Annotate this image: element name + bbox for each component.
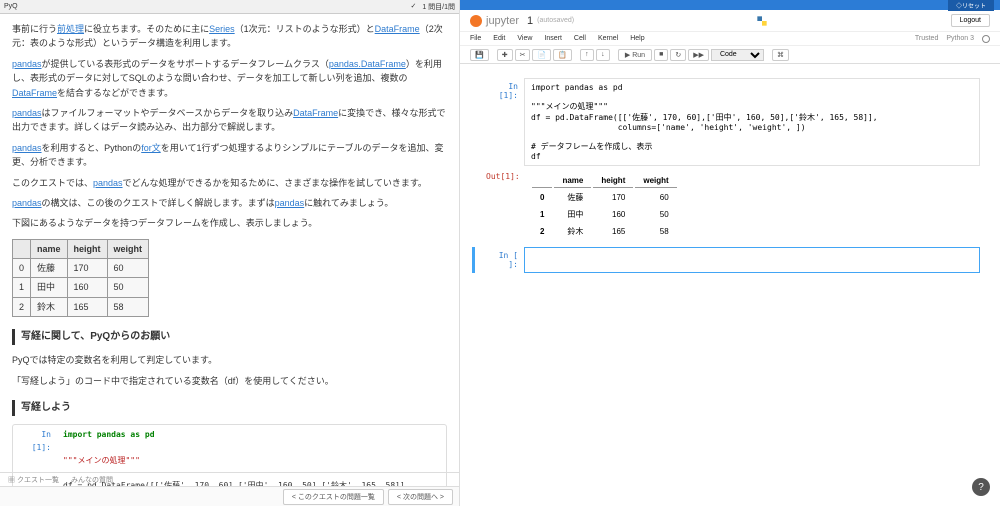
app-title: PyQ: [4, 3, 410, 10]
next-problem-button[interactable]: < 次の問題へ >: [388, 489, 453, 505]
jupyter-menu: File Edit View Insert Cell Kernel Help T…: [460, 32, 1000, 46]
jupyter-header: jupyter 1 (autosaved) Logout: [460, 10, 1000, 32]
cell-in-prompt: In [1]:: [480, 78, 524, 166]
copy-button[interactable]: 📄: [532, 49, 551, 61]
restart-button[interactable]: ↻: [670, 49, 686, 61]
lesson-content: 事前に行う前処理に役立ちます。そのために主にSeries（1次元：リストのような…: [0, 14, 459, 492]
notebook-name[interactable]: 1: [527, 15, 533, 27]
command-palette-button[interactable]: ⌘: [772, 49, 789, 61]
link-pandas6[interactable]: pandas: [275, 198, 305, 208]
logout-button[interactable]: Logout: [951, 14, 990, 27]
code-cell[interactable]: In [1]: import pandas as pd """メインの処理"""…: [480, 78, 980, 166]
cut-button[interactable]: ✂: [515, 49, 531, 61]
prev-problems-button[interactable]: < このクエストの問題一覧: [283, 489, 384, 505]
link-pandas2[interactable]: pandas: [12, 108, 42, 118]
link-pandas5[interactable]: pandas: [12, 198, 42, 208]
jupyter-pane: ◇リセット jupyter 1 (autosaved) Logout File …: [460, 0, 1000, 506]
menu-view[interactable]: View: [517, 35, 532, 42]
jupyter-topbar: ◇リセット: [460, 0, 1000, 10]
link-for[interactable]: for文: [141, 143, 161, 153]
add-cell-button[interactable]: ✚: [497, 49, 513, 61]
kernel-name[interactable]: Python 3: [946, 35, 974, 42]
quest-list-link[interactable]: ▦ クエスト一覧: [8, 475, 59, 485]
link-dataframe3[interactable]: DataFrame: [293, 108, 338, 118]
link-series[interactable]: Series: [209, 24, 235, 34]
menu-file[interactable]: File: [470, 35, 481, 42]
empty-cell[interactable]: In [ ]:: [480, 247, 980, 273]
section-shakyou-note: 写経に関して、PyQからのお願い: [12, 329, 447, 345]
jupyter-output-table: nameheightweight 0佐藤17060 1田中16050 2鈴木16…: [530, 172, 679, 241]
jupyter-logo[interactable]: jupyter: [470, 15, 519, 27]
progress-indicator: 1 問目/1問: [422, 2, 455, 12]
help-fab-button[interactable]: ?: [972, 478, 990, 496]
link-pandas4[interactable]: pandas: [93, 178, 123, 188]
run-button[interactable]: ▶ Run: [618, 49, 652, 61]
python-icon: [755, 14, 769, 28]
jupyter-icon: [470, 15, 482, 27]
bottom-links: ▦ クエスト一覧 みんなの質問: [0, 472, 459, 486]
save-button[interactable]: 💾: [470, 49, 489, 61]
celltype-select[interactable]: Code: [711, 49, 764, 61]
footer-buttons: < このクエストの問題一覧 < 次の問題へ >: [0, 486, 459, 506]
jupyter-toolbar: 💾 ✚ ✂ 📄 📋 ↑ ↓ ▶ Run ■ ↻ ▶▶ Code ⌘: [460, 46, 1000, 64]
menu-help[interactable]: Help: [630, 35, 644, 42]
link-dataframe[interactable]: DataFrame: [375, 24, 420, 34]
qa-link[interactable]: みんなの質問: [71, 475, 113, 485]
cell-empty-prompt: In [ ]:: [480, 247, 524, 273]
cell-out-prompt: Out[1]:: [480, 168, 524, 245]
kernel-indicator-icon: [982, 35, 990, 43]
lesson-header: PyQ ✓ 1 問目/1問: [0, 0, 459, 14]
menu-edit[interactable]: Edit: [493, 35, 505, 42]
link-preprocess[interactable]: 前処理: [57, 24, 84, 34]
paste-button[interactable]: 📋: [553, 49, 572, 61]
output-cell: Out[1]: nameheightweight 0佐藤17060 1田中160…: [480, 168, 980, 245]
menu-kernel[interactable]: Kernel: [598, 35, 618, 42]
check-icon[interactable]: ✓: [410, 2, 416, 12]
link-pandas3[interactable]: pandas: [12, 143, 42, 153]
section-shakyou: 写経しよう: [12, 400, 447, 416]
menu-insert[interactable]: Insert: [544, 35, 562, 42]
link-pandas[interactable]: pandas: [12, 59, 42, 69]
reset-button[interactable]: ◇リセット: [948, 0, 994, 11]
link-pd-dataframe[interactable]: pandas.DataFrame: [329, 59, 406, 69]
link-dataframe2[interactable]: DataFrame: [12, 88, 57, 98]
move-down-button[interactable]: ↓: [596, 49, 610, 61]
autosave-status: (autosaved): [537, 17, 574, 24]
trusted-label: Trusted: [915, 35, 938, 42]
notebook-area[interactable]: In [1]: import pandas as pd """メインの処理"""…: [460, 64, 1000, 289]
stop-button[interactable]: ■: [654, 49, 668, 61]
run-all-button[interactable]: ▶▶: [688, 49, 709, 61]
menu-cell[interactable]: Cell: [574, 35, 586, 42]
move-up-button[interactable]: ↑: [580, 49, 594, 61]
sample-table: nameheightweight 0佐藤17060 1田中16050 2鈴木16…: [12, 239, 149, 318]
lesson-pane: PyQ ✓ 1 問目/1問 事前に行う前処理に役立ちます。そのために主にSeri…: [0, 0, 460, 506]
